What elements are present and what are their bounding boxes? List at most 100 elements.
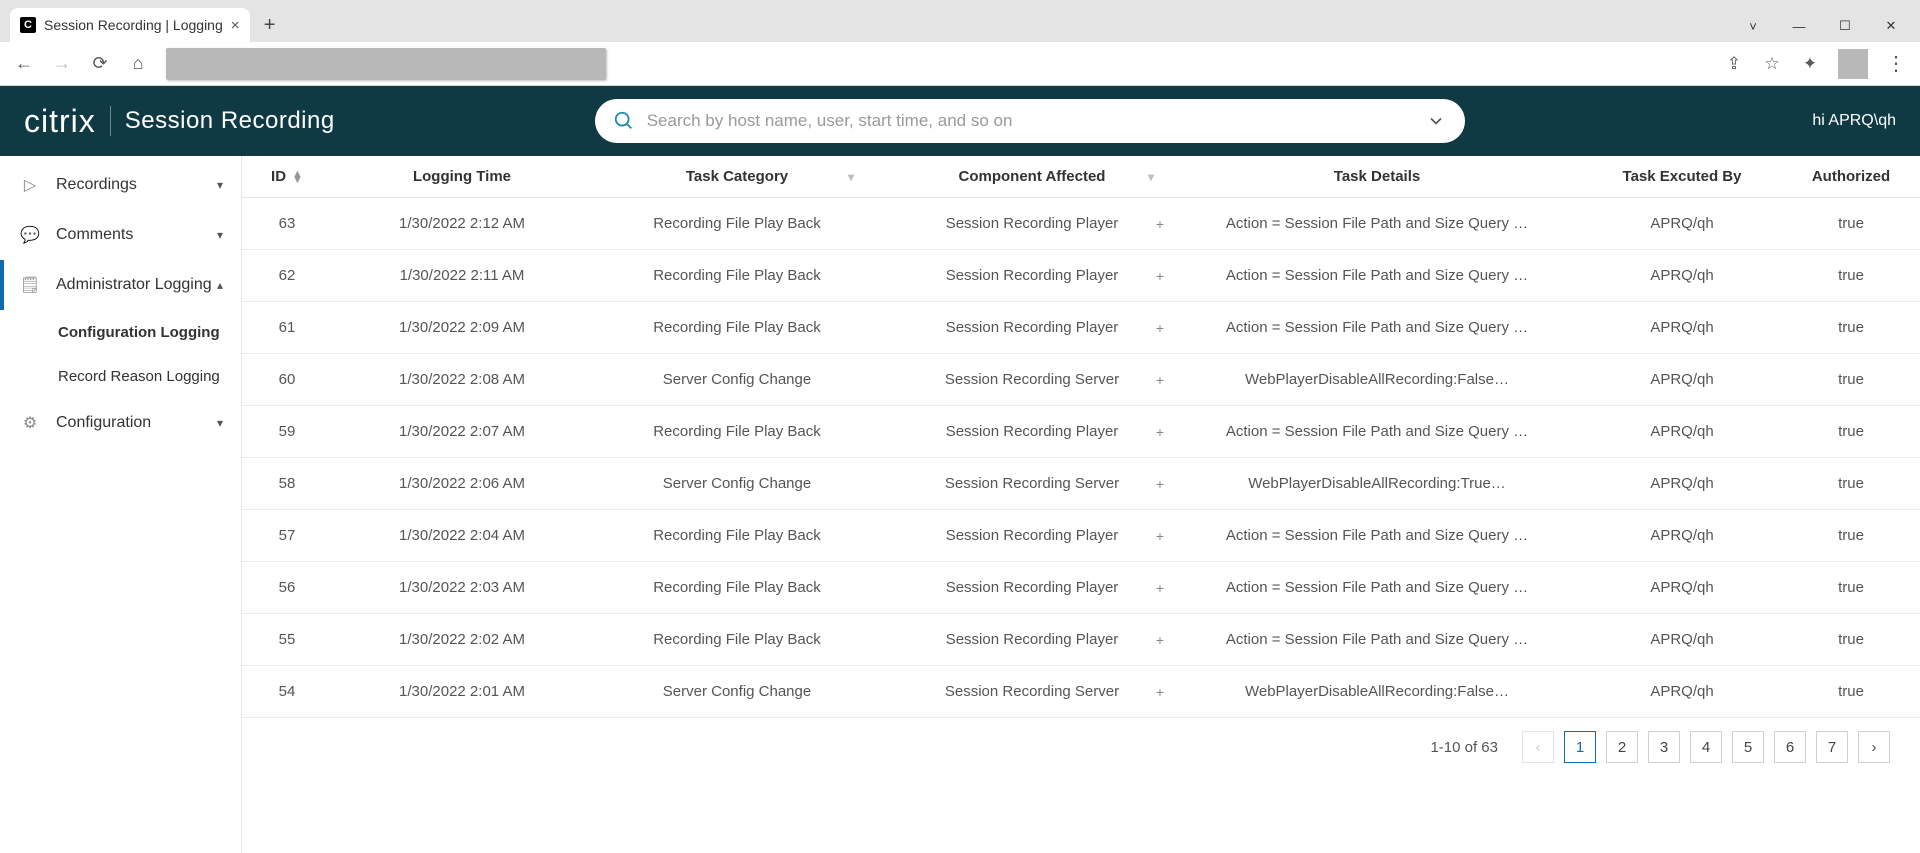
search-expand-icon[interactable] xyxy=(1425,111,1447,131)
cell-category: Recording File Play Back xyxy=(592,631,882,648)
cell-executed-by: APRQ/qh xyxy=(1572,371,1792,388)
sidebar-label: Recordings xyxy=(56,176,137,194)
reload-button[interactable]: ⟳ xyxy=(86,50,114,78)
page-button-5[interactable]: 5 xyxy=(1732,731,1764,763)
next-page-button[interactable]: › xyxy=(1858,731,1890,763)
page-button-4[interactable]: 4 xyxy=(1690,731,1722,763)
cell-time: 1/30/2022 2:09 AM xyxy=(332,319,592,336)
cell-details: Action = Session File Path and Size Quer… xyxy=(1182,423,1572,440)
table-row[interactable]: 591/30/2022 2:07 AMRecording File Play B… xyxy=(242,406,1920,458)
filter-icon[interactable]: ▾ xyxy=(1148,170,1154,184)
cell-details: Action = Session File Path and Size Quer… xyxy=(1182,267,1572,284)
search-input[interactable] xyxy=(635,111,1425,131)
cell-category: Server Config Change xyxy=(592,683,882,700)
col-header-task-category[interactable]: Task Category ▾ xyxy=(592,168,882,185)
table-row[interactable]: 561/30/2022 2:03 AMRecording File Play B… xyxy=(242,562,1920,614)
table-row[interactable]: 541/30/2022 2:01 AMServer Config ChangeS… xyxy=(242,666,1920,718)
minimize-button[interactable]: — xyxy=(1776,10,1822,42)
col-header-executed-by[interactable]: Task Excuted By xyxy=(1572,168,1792,185)
expand-row-icon[interactable]: + xyxy=(1148,372,1172,388)
page-button-1[interactable]: 1 xyxy=(1564,731,1596,763)
maximize-button[interactable]: ☐ xyxy=(1822,10,1868,42)
star-icon[interactable]: ☆ xyxy=(1758,50,1786,78)
expand-row-icon[interactable]: + xyxy=(1148,268,1172,284)
chevron-down-icon: ▾ xyxy=(217,228,223,242)
col-header-task-details[interactable]: Task Details xyxy=(1182,168,1572,185)
brand-separator xyxy=(110,106,111,136)
sidebar-item-admin-logging[interactable]: 🗒 Administrator Logging ▴ xyxy=(0,260,241,310)
expand-row-icon[interactable]: + xyxy=(1148,580,1172,596)
page-button-6[interactable]: 6 xyxy=(1774,731,1806,763)
close-window-button[interactable]: ✕ xyxy=(1868,10,1914,42)
address-bar[interactable] xyxy=(166,48,606,80)
expand-row-icon[interactable]: + xyxy=(1148,632,1172,648)
cell-time: 1/30/2022 2:01 AM xyxy=(332,683,592,700)
cell-details: WebPlayerDisableAllRecording:True… xyxy=(1182,475,1572,492)
share-icon[interactable]: ⇪ xyxy=(1720,50,1748,78)
col-header-authorized[interactable]: Authorized xyxy=(1792,168,1910,185)
sidebar-sub-record-reason-logging[interactable]: Record Reason Logging xyxy=(0,354,241,398)
sidebar-sub-configuration-logging[interactable]: Configuration Logging xyxy=(0,310,241,354)
app-header: citrix Session Recording hi APRQ\qh xyxy=(0,86,1920,156)
cell-category: Server Config Change xyxy=(592,475,882,492)
expand-row-icon[interactable]: + xyxy=(1148,216,1172,232)
pagination: 1-10 of 63 ‹ 1234567 › xyxy=(242,718,1920,776)
expand-row-icon[interactable]: + xyxy=(1148,320,1172,336)
col-header-component-affected[interactable]: Component Affected ▾ xyxy=(882,168,1182,185)
back-button[interactable]: ← xyxy=(10,50,38,78)
admin-log-icon: 🗒 xyxy=(18,275,42,295)
play-icon: ▷ xyxy=(18,175,42,195)
close-tab-icon[interactable]: × xyxy=(231,17,240,34)
cell-authorized: true xyxy=(1792,371,1910,388)
table-row[interactable]: 621/30/2022 2:11 AMRecording File Play B… xyxy=(242,250,1920,302)
col-header-id[interactable]: ID ▲▼ xyxy=(242,168,332,185)
new-tab-button[interactable]: + xyxy=(256,11,284,39)
sidebar-sub-label: Configuration Logging xyxy=(58,324,220,341)
filter-icon[interactable]: ▾ xyxy=(848,170,854,184)
col-label: Task Excuted By xyxy=(1623,168,1742,185)
forward-button[interactable]: → xyxy=(48,50,76,78)
table-row[interactable]: 581/30/2022 2:06 AMServer Config ChangeS… xyxy=(242,458,1920,510)
expand-row-icon[interactable]: + xyxy=(1148,684,1172,700)
table-row[interactable]: 571/30/2022 2:04 AMRecording File Play B… xyxy=(242,510,1920,562)
table-row[interactable]: 611/30/2022 2:09 AMRecording File Play B… xyxy=(242,302,1920,354)
cell-authorized: true xyxy=(1792,423,1910,440)
col-label: Authorized xyxy=(1812,168,1890,185)
chevron-down-icon[interactable]: ˅ xyxy=(1730,10,1776,42)
cell-executed-by: APRQ/qh xyxy=(1572,579,1792,596)
cell-time: 1/30/2022 2:12 AM xyxy=(332,215,592,232)
sidebar-item-recordings[interactable]: ▷ Recordings ▾ xyxy=(0,160,241,210)
cell-executed-by: APRQ/qh xyxy=(1572,319,1792,336)
cell-component: Session Recording Player+ xyxy=(882,319,1182,336)
page-button-3[interactable]: 3 xyxy=(1648,731,1680,763)
expand-row-icon[interactable]: + xyxy=(1148,424,1172,440)
table-row[interactable]: 551/30/2022 2:02 AMRecording File Play B… xyxy=(242,614,1920,666)
app-body: ▷ Recordings ▾ 💬 Comments ▾ 🗒 Administra… xyxy=(0,156,1920,853)
browser-menu-icon[interactable]: ⋮ xyxy=(1882,50,1910,78)
prev-page-button[interactable]: ‹ xyxy=(1522,731,1554,763)
user-greeting[interactable]: hi APRQ\qh xyxy=(1812,112,1896,130)
browser-tab[interactable]: C Session Recording | Logging × xyxy=(10,8,250,42)
cell-category: Recording File Play Back xyxy=(592,527,882,544)
page-button-2[interactable]: 2 xyxy=(1606,731,1638,763)
expand-row-icon[interactable]: + xyxy=(1148,528,1172,544)
cell-executed-by: APRQ/qh xyxy=(1572,267,1792,284)
expand-row-icon[interactable]: + xyxy=(1148,476,1172,492)
table-row[interactable]: 631/30/2022 2:12 AMRecording File Play B… xyxy=(242,198,1920,250)
home-button[interactable]: ⌂ xyxy=(124,50,152,78)
cell-id: 54 xyxy=(242,683,332,700)
cell-details: WebPlayerDisableAllRecording:False… xyxy=(1182,371,1572,388)
table-row[interactable]: 601/30/2022 2:08 AMServer Config ChangeS… xyxy=(242,354,1920,406)
cell-authorized: true xyxy=(1792,215,1910,232)
page-button-7[interactable]: 7 xyxy=(1816,731,1848,763)
sidebar-item-comments[interactable]: 💬 Comments ▾ xyxy=(0,210,241,260)
sort-icon[interactable]: ▲▼ xyxy=(292,171,303,183)
cell-id: 62 xyxy=(242,267,332,284)
profile-avatar[interactable] xyxy=(1838,49,1868,79)
pagination-info: 1-10 of 63 xyxy=(1430,739,1498,756)
sidebar-item-configuration[interactable]: ⚙ Configuration ▾ xyxy=(0,398,241,448)
extensions-icon[interactable]: ✦ xyxy=(1796,50,1824,78)
search-box[interactable] xyxy=(595,99,1465,143)
cell-details: Action = Session File Path and Size Quer… xyxy=(1182,215,1572,232)
col-header-logging-time[interactable]: Logging Time xyxy=(332,168,592,185)
